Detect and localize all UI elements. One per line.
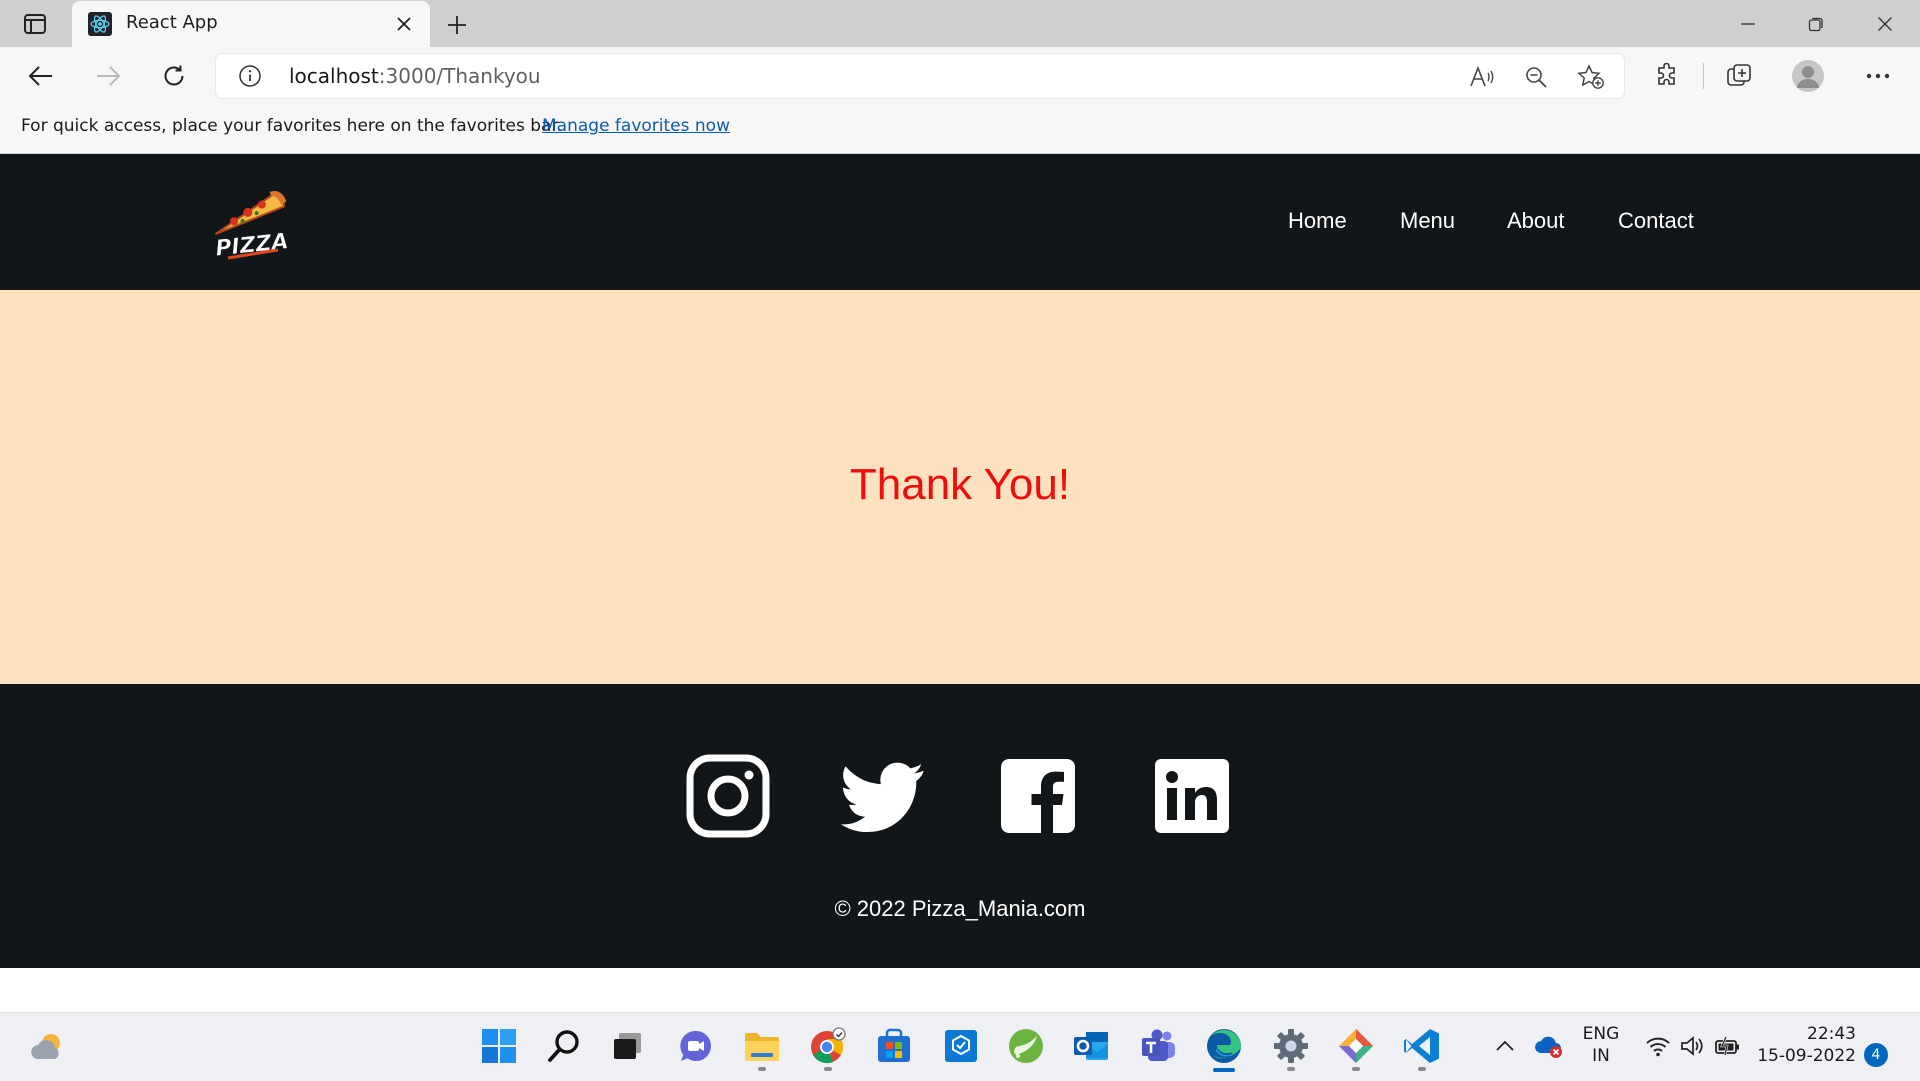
spring-tool-suite-icon[interactable] [1003,1023,1049,1069]
notification-badge[interactable]: 4 [1864,1043,1888,1067]
profile-avatar-icon[interactable] [1791,59,1825,93]
back-arrow-icon[interactable] [24,59,58,93]
battery-icon[interactable] [1712,1023,1744,1069]
url-host: localhost [289,64,379,88]
instagram-icon[interactable] [686,754,770,838]
sourcetree-icon[interactable] [1333,1023,1379,1071]
site-header: PIZZA Home Menu About Contact [0,154,1920,290]
settings-icon[interactable] [1268,1023,1314,1071]
edge-icon[interactable] [1201,1023,1247,1072]
chat-icon[interactable] [673,1023,719,1069]
outlook-icon[interactable] [1068,1023,1114,1069]
close-tab-icon[interactable] [392,12,416,36]
url-path: :3000/Thankyou [378,64,541,88]
clock-date: 15-09-2022 [1757,1046,1856,1066]
minimize-icon[interactable] [1728,8,1768,40]
browser-tab[interactable]: React App [72,1,430,47]
restore-icon[interactable] [1796,8,1836,40]
search-icon[interactable] [541,1023,587,1069]
read-aloud-icon[interactable] [1467,62,1497,92]
thank-you-message: Thank You! [849,460,1071,509]
nav-link-home[interactable]: Home [1288,208,1347,234]
chevron-up-icon[interactable] [1490,1023,1520,1069]
nav-link-menu[interactable]: Menu [1400,208,1455,234]
linkedin-icon[interactable] [1150,754,1234,838]
language-indicator[interactable]: ENG IN [1573,1023,1629,1067]
browser-toolbar: localhost:3000/Thankyou [0,47,1920,104]
vscode-icon[interactable] [1399,1023,1445,1071]
toolbar-separator [1703,63,1704,89]
new-tab-icon[interactable] [442,10,472,40]
zoom-out-icon[interactable] [1521,62,1551,92]
browser-title-bar: React App [0,0,1920,47]
site-info-icon[interactable] [238,64,262,88]
file-explorer-icon[interactable] [739,1023,785,1071]
address-bar[interactable]: localhost:3000/Thankyou [216,54,1624,98]
logo-text: PIZZA [214,229,289,262]
refresh-icon[interactable] [157,59,191,93]
pizza-logo[interactable]: PIZZA [198,184,302,264]
favorites-bar: For quick access, place your favorites h… [0,104,1920,154]
nav-link-contact[interactable]: Contact [1618,208,1694,234]
teams-icon[interactable] [1136,1023,1182,1069]
start-icon[interactable] [476,1023,522,1069]
forward-arrow-icon [91,59,125,93]
favorites-prompt: For quick access, place your favorites h… [21,116,563,136]
chrome-icon[interactable] [805,1023,851,1071]
close-window-icon[interactable] [1865,8,1905,40]
more-options-icon[interactable] [1861,59,1895,93]
manage-favorites-link[interactable]: Manage favorites now [542,116,730,136]
facebook-icon[interactable] [996,754,1080,838]
thank-you-section: Thank You! [0,290,1920,684]
copyright-text: © 2022 Pizza_Mania.com [834,896,1086,921]
wifi-icon[interactable] [1642,1023,1674,1069]
url-text[interactable]: localhost:3000/Thankyou [289,64,541,88]
volume-icon[interactable] [1677,1023,1709,1069]
tab-title: React App [126,12,218,33]
language-line2: IN [1592,1046,1610,1066]
react-logo-icon [88,12,112,36]
nav-link-about[interactable]: About [1507,208,1565,234]
onedrive-error-icon[interactable] [1531,1023,1567,1069]
weather-widget-icon[interactable] [25,1023,71,1069]
microsoft-store-icon[interactable] [871,1023,917,1069]
company-portal-icon[interactable] [938,1023,984,1069]
windows-taskbar: ENG IN 22:43 15-09-2022 4 [0,1012,1920,1081]
tab-actions-icon[interactable] [22,12,48,36]
task-view-icon[interactable] [604,1023,650,1069]
clock-time: 22:43 [1807,1024,1856,1044]
add-favorite-icon[interactable] [1576,62,1606,92]
extensions-icon[interactable] [1650,59,1684,93]
collections-icon[interactable] [1723,59,1757,93]
clock[interactable]: 22:43 15-09-2022 [1750,1023,1856,1067]
twitter-icon[interactable] [841,754,925,838]
language-line1: ENG [1582,1024,1620,1044]
site-footer: © 2022 Pizza_Mania.com [0,684,1920,968]
